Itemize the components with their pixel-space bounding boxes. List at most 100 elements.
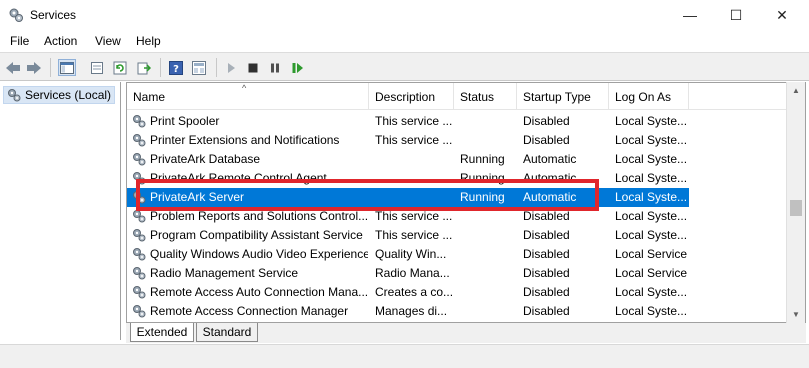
tree-item-services-local[interactable]: Services (Local): [3, 86, 115, 104]
service-status: [460, 207, 516, 226]
service-description: This service ...: [375, 133, 453, 147]
forward-arrow-icon[interactable]: [25, 59, 43, 76]
close-button[interactable]: ✕: [759, 0, 805, 30]
service-gear-icon: [132, 152, 146, 166]
service-status: Running: [460, 190, 505, 204]
service-status: [460, 302, 516, 321]
services-gear-icon: [9, 8, 23, 22]
service-name: PrivateArk Database: [150, 152, 261, 166]
service-gear-icon: [132, 304, 146, 318]
console-view-icon[interactable]: [190, 59, 208, 76]
scroll-up-arrow-icon[interactable]: ▲: [787, 82, 805, 99]
scrollbar-thumb[interactable]: [790, 200, 802, 216]
export-list-icon[interactable]: [135, 59, 153, 76]
service-log-on-as: Local Syste...: [615, 285, 687, 299]
service-log-on-as: Local Syste...: [615, 209, 687, 223]
pause-service-icon[interactable]: [266, 59, 284, 76]
service-gear-icon: [132, 133, 146, 147]
service-startup-type: Disabled: [523, 114, 570, 128]
maximize-icon: ☐: [729, 6, 743, 23]
service-status: [460, 131, 516, 150]
tree-item-label: Services (Local): [25, 88, 112, 102]
back-arrow-icon[interactable]: [4, 59, 22, 76]
service-description: [375, 150, 453, 169]
maximize-button[interactable]: ☐: [713, 0, 759, 30]
tab-extended[interactable]: Extended: [130, 323, 194, 342]
service-gear-icon: [132, 171, 146, 185]
svg-text:?: ?: [173, 64, 179, 75]
minimize-button[interactable]: —: [667, 0, 713, 30]
services-list: ^ Name Description Status Startup Type L…: [126, 82, 806, 323]
console-tree: Services (Local): [0, 82, 121, 340]
service-status: Running: [460, 152, 505, 166]
show-hide-console-tree-icon[interactable]: [58, 59, 76, 76]
table-row[interactable]: Printer Extensions and Notifications This…: [127, 131, 689, 150]
service-name: Remote Access Auto Connection Mana...: [150, 285, 368, 299]
help-icon[interactable]: ?: [167, 59, 185, 76]
service-description: Quality Win...: [375, 247, 447, 261]
service-status: [460, 112, 516, 131]
service-name: Quality Windows Audio Video Experience: [150, 247, 368, 261]
service-gear-icon: [132, 190, 146, 204]
view-tabs: Extended Standard: [126, 323, 806, 343]
table-row[interactable]: Program Compatibility Assistant Service T…: [127, 226, 689, 245]
close-icon: ✕: [776, 6, 788, 23]
table-row[interactable]: PrivateArk Server Running Automatic Local S…: [127, 188, 689, 207]
service-description: [375, 169, 453, 188]
service-log-on-as: Local Syste...: [615, 133, 687, 147]
service-status: [460, 245, 516, 264]
service-startup-type: Disabled: [523, 266, 570, 280]
menu-bar: File Action View Help: [0, 30, 809, 52]
service-name: Problem Reports and Solutions Control...: [150, 209, 368, 223]
service-name: Remote Access Connection Manager: [150, 304, 349, 318]
table-row[interactable]: Remote Access Auto Connection Mana... Cre…: [127, 283, 689, 302]
service-log-on-as: Local Syste...: [615, 171, 687, 185]
service-gear-icon: [132, 285, 146, 299]
start-service-icon[interactable]: [222, 59, 240, 76]
service-name: PrivateArk Server: [150, 190, 245, 204]
menu-view[interactable]: View: [95, 34, 121, 48]
service-log-on-as: Local Syste...: [615, 114, 687, 128]
table-row[interactable]: Remote Access Connection Manager Manages …: [127, 302, 689, 321]
service-startup-type: Disabled: [523, 228, 570, 242]
properties-icon[interactable]: [88, 59, 106, 76]
tab-standard[interactable]: Standard: [196, 323, 258, 342]
service-gear-icon: [132, 266, 146, 280]
service-status: [460, 283, 516, 302]
service-gear-icon: [132, 247, 146, 261]
service-startup-type: Disabled: [523, 304, 570, 318]
vertical-scrollbar[interactable]: ▲ ▼: [786, 82, 805, 323]
service-description: Creates a co...: [375, 285, 453, 299]
restart-service-icon[interactable]: [289, 59, 307, 76]
status-bar: [0, 344, 809, 368]
refresh-icon[interactable]: [111, 59, 129, 76]
column-header-startup-type[interactable]: Startup Type: [517, 83, 609, 110]
service-log-on-as: Local Service: [615, 266, 687, 280]
service-log-on-as: Local Syste...: [615, 228, 687, 242]
table-row[interactable]: Quality Windows Audio Video Experience Qu…: [127, 245, 689, 264]
column-header-status[interactable]: Status: [454, 83, 517, 110]
service-startup-type: Disabled: [523, 285, 570, 299]
services-gear-icon: [8, 89, 21, 102]
column-header-name[interactable]: Name: [127, 83, 369, 110]
column-header-description[interactable]: Description: [369, 83, 454, 110]
table-row[interactable]: Problem Reports and Solutions Control...…: [127, 207, 689, 226]
menu-help[interactable]: Help: [136, 34, 161, 48]
menu-file[interactable]: File: [10, 34, 29, 48]
window-title: Services: [30, 8, 77, 22]
service-log-on-as: Local Syste...: [615, 304, 687, 318]
table-row[interactable]: Radio Management Service Radio Mana... Dis…: [127, 264, 689, 283]
service-log-on-as: Local Syste...: [615, 152, 687, 166]
scroll-down-arrow-icon[interactable]: ▼: [787, 306, 805, 323]
menu-action[interactable]: Action: [44, 34, 77, 48]
service-status: [460, 264, 516, 283]
table-row[interactable]: Print Spooler This service ... Disabled Loc…: [127, 112, 689, 131]
table-row[interactable]: PrivateArk Remote Control Agent Running Au…: [127, 169, 689, 188]
service-description: Manages di...: [375, 304, 448, 318]
column-header-log-on-as[interactable]: Log On As: [609, 83, 689, 110]
stop-service-icon[interactable]: [244, 59, 262, 76]
service-startup-type: Disabled: [523, 209, 570, 223]
table-row[interactable]: PrivateArk Database Running Automatic Local…: [127, 150, 689, 169]
toolbar: ?: [0, 52, 809, 81]
service-description: Radio Mana...: [375, 266, 450, 280]
